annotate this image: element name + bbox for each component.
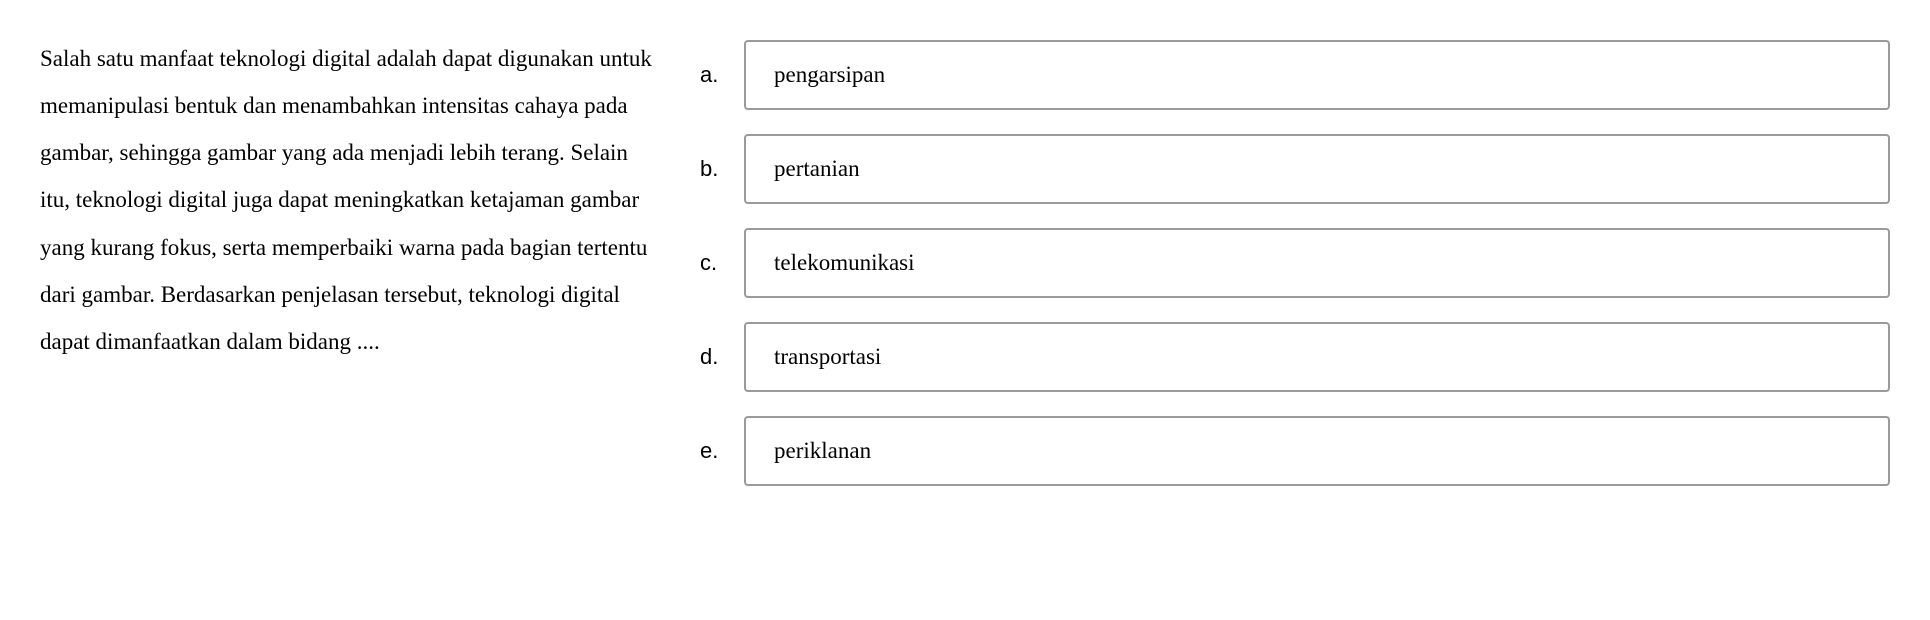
option-box-c[interactable]: telekomunikasi xyxy=(744,228,1890,298)
option-label-a: a. xyxy=(700,62,724,88)
option-row-a: a. pengarsipan xyxy=(700,40,1890,110)
option-label-c: c. xyxy=(700,250,724,276)
option-box-d[interactable]: transportasi xyxy=(744,322,1890,392)
option-box-b[interactable]: pertanian xyxy=(744,134,1890,204)
option-text-a: pengarsipan xyxy=(774,62,885,87)
options-column: a. pengarsipan b. pertanian c. telekomun… xyxy=(700,30,1890,486)
question-text: Salah satu manfaat teknologi digital ada… xyxy=(40,35,660,365)
option-text-b: pertanian xyxy=(774,156,860,181)
option-label-e: e. xyxy=(700,438,724,464)
option-row-b: b. pertanian xyxy=(700,134,1890,204)
option-row-e: e. periklanan xyxy=(700,416,1890,486)
option-text-d: transportasi xyxy=(774,344,881,369)
question-column: Salah satu manfaat teknologi digital ada… xyxy=(40,30,660,486)
option-box-a[interactable]: pengarsipan xyxy=(744,40,1890,110)
option-text-c: telekomunikasi xyxy=(774,250,915,275)
question-container: Salah satu manfaat teknologi digital ada… xyxy=(40,30,1890,486)
option-label-b: b. xyxy=(700,156,724,182)
option-row-c: c. telekomunikasi xyxy=(700,228,1890,298)
option-text-e: periklanan xyxy=(774,438,871,463)
option-box-e[interactable]: periklanan xyxy=(744,416,1890,486)
option-row-d: d. transportasi xyxy=(700,322,1890,392)
option-label-d: d. xyxy=(700,344,724,370)
